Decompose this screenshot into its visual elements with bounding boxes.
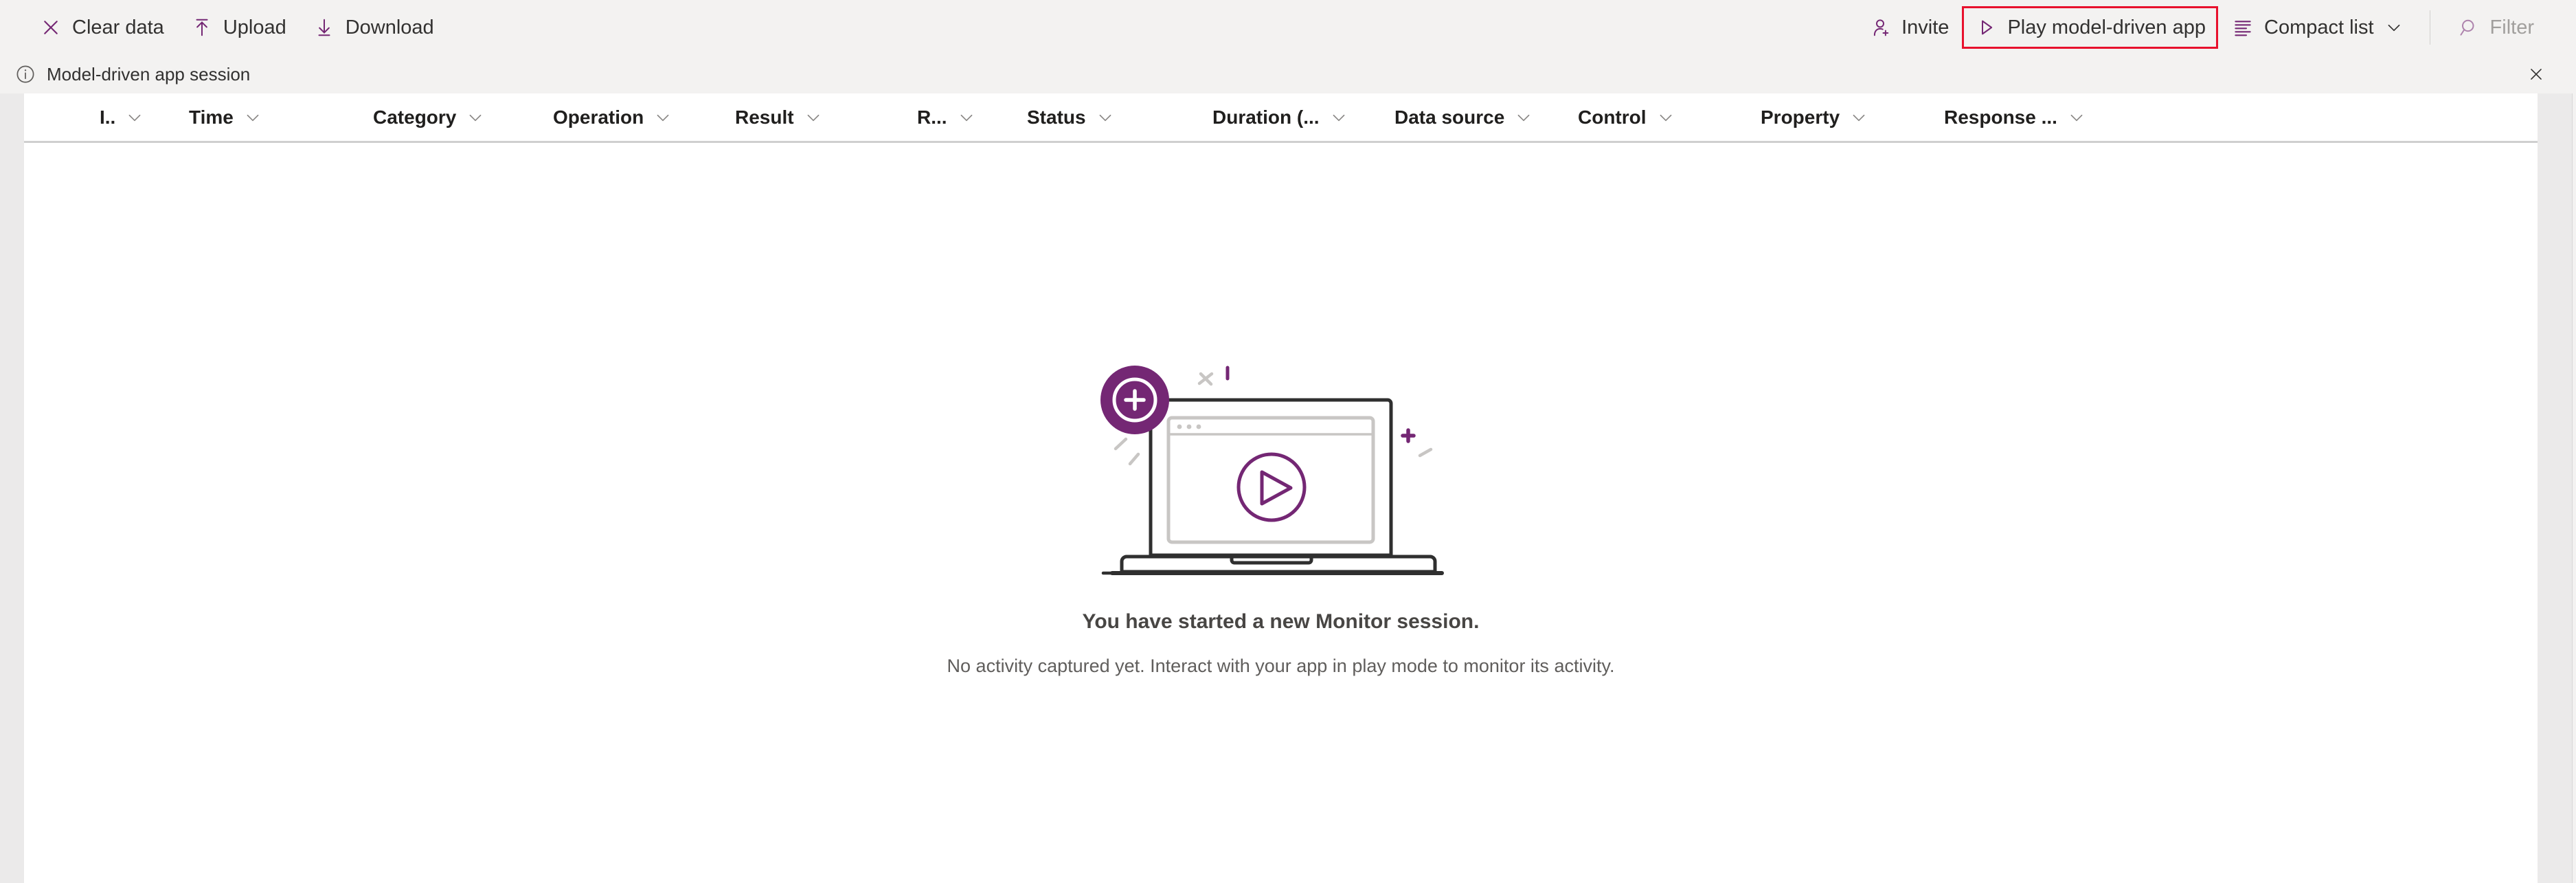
download-arrow-icon [313,16,336,39]
column-header-label: Operation [553,106,644,128]
compact-list-button[interactable]: Compact list [2218,6,2416,49]
column-header-label: Status [1027,106,1086,128]
column-header-r[interactable]: R... [917,93,975,141]
toolbar-left-group: Clear data Upload Download [0,6,447,49]
column-header-i[interactable]: I.. [100,93,144,141]
grid-header-row: I.. Time Category Operation Result R... Status… [24,93,2538,143]
upload-button[interactable]: Upload [177,6,300,49]
column-header-label: Response ... [1944,106,2057,128]
column-header-result[interactable]: Result [735,93,822,141]
chevron-down-icon[interactable] [126,109,144,126]
chevron-down-icon[interactable] [1657,109,1675,126]
chevron-down-icon[interactable] [1330,109,1348,126]
grid-right-edge [2572,93,2576,883]
chevron-down-icon[interactable] [2068,109,2086,126]
chevron-down-icon[interactable] [1850,109,1868,126]
column-header-label: I.. [100,106,116,128]
column-header-operation[interactable]: Operation [553,93,672,141]
column-header-response[interactable]: Response ... [1944,93,2086,141]
filter-label: Filter [2489,16,2534,38]
column-header-label: Property [1761,106,1840,128]
column-header-data-source[interactable]: Data source [1394,93,1533,141]
invite-button[interactable]: Invite [1855,6,1962,49]
chevron-down-icon[interactable] [1096,109,1114,126]
column-header-property[interactable]: Property [1761,93,1868,141]
play-triangle-icon [1974,16,1998,39]
column-header-time[interactable]: Time [189,93,262,141]
column-header-label: Time [189,106,234,128]
close-x-icon [39,16,63,39]
grid-left-gutter [0,93,24,883]
column-header-label: Result [735,106,794,128]
compact-list-label: Compact list [2264,16,2374,38]
download-button[interactable]: Download [300,6,447,49]
column-header-status[interactable]: Status [1027,93,1114,141]
grid-scrollbar-track[interactable] [2538,93,2572,883]
toolbar-right-group: Invite Play model-driven app Compact lis… [1855,6,2576,49]
invite-label: Invite [1901,16,1950,38]
close-icon[interactable] [2521,59,2551,89]
session-info-bar: Model-driven app session [0,55,2576,93]
clear-data-label: Clear data [72,16,164,38]
column-header-label: R... [917,106,947,128]
chevron-down-icon[interactable] [244,109,262,126]
upload-arrow-icon [190,16,214,39]
filter-button[interactable]: Filter [2444,6,2547,49]
chevron-down-icon[interactable] [958,109,975,126]
play-model-driven-app-label: Play model-driven app [2007,16,2206,38]
chevron-down-icon[interactable] [466,109,484,126]
empty-state-title: You have started a new Monitor session. [1082,610,1480,633]
search-icon [2457,16,2481,39]
column-header-label: Control [1578,106,1647,128]
chevron-down-icon[interactable] [804,109,822,126]
column-header-duration[interactable]: Duration (... [1212,93,1348,141]
chevron-down-icon[interactable] [1515,109,1533,126]
column-header-control[interactable]: Control [1578,93,1675,141]
play-model-driven-app-button[interactable]: Play model-driven app [1962,6,2218,49]
chevron-down-icon[interactable] [2385,19,2403,36]
monitor-events-grid: I.. Time Category Operation Result R... Status… [0,93,2576,883]
laptop-play-session-illustration [1100,351,1457,588]
empty-state: You have started a new Monitor session. … [24,143,2538,883]
column-header-label: Data source [1394,106,1505,128]
column-header-label: Duration (... [1212,106,1320,128]
session-info-label: Model-driven app session [47,64,251,85]
info-circle-icon [15,64,36,85]
list-lines-icon [2231,16,2255,39]
upload-label: Upload [223,16,286,38]
clear-data-button[interactable]: Clear data [26,6,177,49]
chevron-down-icon[interactable] [654,109,672,126]
download-label: Download [345,16,434,38]
command-toolbar: Clear data Upload Download Invite Play m… [0,0,2576,55]
column-header-category[interactable]: Category [373,93,484,141]
empty-state-subtitle: No activity captured yet. Interact with … [947,655,1615,676]
add-person-icon [1868,16,1892,39]
column-header-label: Category [373,106,457,128]
